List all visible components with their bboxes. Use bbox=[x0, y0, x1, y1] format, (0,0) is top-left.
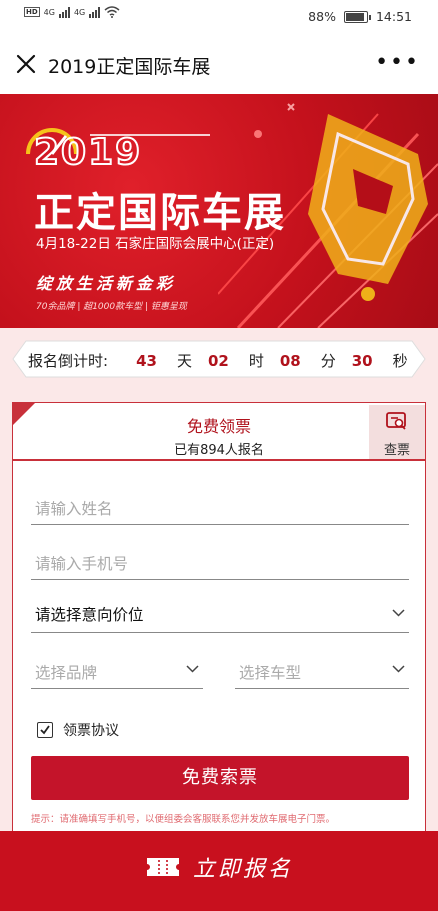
more-menu-icon[interactable]: ••• bbox=[375, 52, 420, 74]
check-icon bbox=[40, 725, 50, 735]
free-ticket-button[interactable]: 免费索票 bbox=[31, 756, 409, 800]
register-now-content: 立即报名 bbox=[0, 851, 438, 883]
model-select[interactable]: 选择车型 bbox=[235, 653, 409, 689]
form-hint: 提示：请准确填写手机号，以便组委会客服联系您并发放车展电子门票。 bbox=[31, 814, 336, 825]
countdown-days: 43 bbox=[136, 352, 157, 370]
query-ticket-label: 查票 bbox=[383, 443, 410, 458]
network-type-1: 4G bbox=[43, 7, 55, 17]
phone-placeholder: 请输入手机号 bbox=[35, 555, 129, 573]
form-title: 免费领票 bbox=[186, 417, 251, 436]
status-bar: HD 4G 4G 88% 14:51 bbox=[0, 0, 438, 34]
brand-placeholder: 选择品牌 bbox=[35, 664, 98, 682]
banner-year: 2019 bbox=[33, 131, 143, 174]
countdown-section: 报名倒计时: 43 天 02 时 08 分 30 秒 bbox=[0, 328, 438, 390]
phone-input[interactable]: 请输入手机号 bbox=[31, 544, 409, 580]
battery-icon bbox=[343, 10, 371, 23]
price-select-label: 请选择意向价位 bbox=[35, 606, 144, 624]
countdown-seconds: 30 bbox=[351, 352, 373, 370]
countdown-label: 报名倒计时: bbox=[28, 352, 109, 370]
status-right: 88% 14:51 bbox=[308, 9, 412, 24]
banner-slogan: 绽放生活新金彩 bbox=[36, 274, 177, 293]
countdown-hours-unit: 时 bbox=[248, 352, 264, 370]
countdown-hours: 02 bbox=[207, 352, 229, 370]
countdown-minutes-unit: 分 bbox=[320, 352, 336, 370]
clock: 14:51 bbox=[375, 9, 412, 24]
nav-bar: 2019正定国际车展 ••• bbox=[0, 34, 438, 94]
ticket-form-card: 免费领票 已有894人报名 查票 请输入姓名 请输入手机号 请选择意向价位 选择… bbox=[12, 402, 426, 842]
agreement-row: 领票协议 bbox=[37, 720, 119, 740]
register-now-label: 立即报名 bbox=[192, 857, 293, 882]
countdown-minutes: 08 bbox=[279, 352, 301, 370]
brand-select[interactable]: 选择品牌 bbox=[31, 653, 203, 689]
countdown-days-unit: 天 bbox=[176, 352, 192, 370]
signup-count: 已有894人报名 bbox=[174, 443, 264, 458]
signal-indicators: HD 4G 4G bbox=[24, 6, 120, 18]
banner-subtitle: 70余品牌 | 超1000款车型 | 钜惠呈现 bbox=[36, 302, 187, 312]
name-placeholder: 请输入姓名 bbox=[35, 500, 113, 518]
form-area: 免费领票 已有894人报名 查票 请输入姓名 请输入手机号 请选择意向价位 选择… bbox=[0, 390, 438, 842]
page-title: 2019正定国际车展 bbox=[48, 56, 211, 78]
countdown-seconds-unit: 秒 bbox=[392, 352, 408, 370]
query-ticket-button[interactable]: 查票 bbox=[369, 405, 425, 459]
event-banner: 2019 正定国际车展 4月18-22日 石家庄国际会展中心(正定) 绽放生活新… bbox=[0, 94, 438, 328]
countdown-row: 报名倒计时: 43 天 02 时 08 分 30 秒 bbox=[28, 350, 418, 371]
model-placeholder: 选择车型 bbox=[239, 664, 302, 682]
name-input[interactable]: 请输入姓名 bbox=[31, 489, 409, 525]
banner-date-venue: 4月18-22日 石家庄国际会展中心(正定) bbox=[36, 236, 275, 252]
signal-bars-icon bbox=[58, 6, 70, 18]
ticket-search-icon bbox=[386, 412, 406, 430]
chevron-down-icon bbox=[392, 609, 405, 617]
wifi-icon bbox=[104, 6, 120, 18]
network-type-2: 4G bbox=[73, 7, 86, 17]
price-select[interactable]: 请选择意向价位 bbox=[31, 597, 409, 633]
chevron-down-icon bbox=[392, 665, 405, 673]
hd-badge-icon: HD bbox=[24, 7, 40, 17]
agreement-link[interactable]: 领票协议 bbox=[63, 720, 119, 740]
signal-bars-2-icon bbox=[89, 6, 101, 18]
close-icon[interactable] bbox=[12, 50, 40, 78]
chevron-down-icon bbox=[186, 665, 199, 673]
form-header: 免费领票 已有894人报名 查票 bbox=[13, 403, 425, 461]
ticket-icon bbox=[146, 858, 179, 876]
banner-title: 正定国际车展 bbox=[34, 190, 286, 236]
battery-percent: 88% bbox=[308, 9, 336, 24]
agreement-checkbox[interactable] bbox=[37, 722, 53, 738]
register-now-bar[interactable]: 立即报名 bbox=[0, 831, 438, 911]
